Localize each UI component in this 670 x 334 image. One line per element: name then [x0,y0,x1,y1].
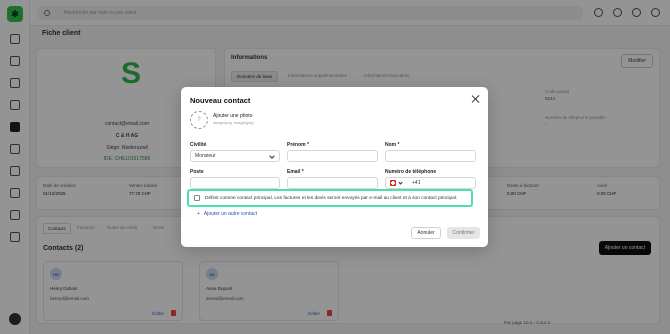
poste-input[interactable] [190,177,280,189]
civilite-select[interactable]: Monsieur [190,150,280,162]
civilite-label: Civilité [190,142,207,148]
prenom-label: Prénom * [287,142,309,148]
principal-contact-text: Définit comme contact principal. Les fac… [205,195,458,201]
principal-contact-option[interactable]: Définit comme contact principal. Les fac… [187,189,473,207]
confirm-button[interactable]: Confirmer [447,227,480,239]
modal-title: Nouveau contact [190,96,251,105]
new-contact-modal: Nouveau contact ? Ajouter une photo imag… [181,87,488,247]
cancel-button[interactable]: Annuler [411,227,441,239]
phone-label: Numéro de téléphone [385,169,437,175]
prenom-input[interactable] [287,150,378,162]
add-photo-label[interactable]: Ajouter une photo [213,113,252,119]
nom-input[interactable] [385,150,476,162]
add-other-label: Ajouter un autre contact [203,211,258,217]
chevron-down-icon [269,153,275,159]
nom-label: Nom * [385,142,400,148]
poste-label: Poste [190,169,204,175]
principal-checkbox[interactable] [194,195,200,201]
phone-prefix: +41 [412,180,421,186]
email-input[interactable] [287,177,378,189]
swiss-flag-icon[interactable] [390,180,396,186]
add-other-contact-link[interactable]: + Ajouter un autre contact [197,211,257,217]
civilite-value: Monsieur [195,153,216,159]
email-label: Email * [287,169,304,175]
close-icon[interactable] [471,95,479,103]
chevron-down-icon[interactable] [398,179,403,185]
photo-upload-icon[interactable]: ? [190,111,208,129]
plus-icon: + [197,211,200,217]
photo-format-hint: image/png, image/jpeg [213,120,254,125]
phone-input[interactable]: +41 [385,177,476,189]
